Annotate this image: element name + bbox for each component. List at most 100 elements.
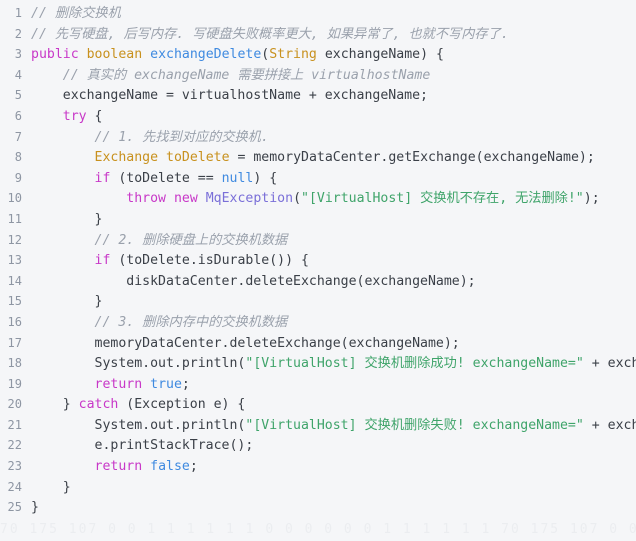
line-content[interactable]: return false; — [22, 457, 636, 478]
code-token: "[VirtualHost] 交换机删除失败! exchangeName=" — [245, 417, 584, 433]
code-token: // 1. 先找到对应的交换机. — [31, 129, 269, 145]
line-content[interactable]: } — [22, 210, 636, 231]
code-line[interactable]: 1 // 删除交换机 — [0, 3, 636, 24]
code-token: diskDataCenter.deleteExchange(exchangeNa… — [31, 273, 476, 289]
line-content[interactable]: e.printStackTrace(); — [22, 436, 636, 457]
code-line[interactable]: 15 } — [0, 291, 636, 312]
line-content[interactable]: try { — [22, 107, 636, 128]
code-line[interactable]: 20 } catch (Exception e) { — [0, 394, 636, 415]
line-content[interactable]: } — [22, 498, 636, 519]
line-content[interactable]: if (toDelete.isDurable()) { — [22, 251, 636, 272]
code-token: = memoryDataCenter.getExchange(exchangeN… — [229, 150, 595, 166]
line-number: 17 — [7, 335, 22, 350]
code-line[interactable]: 23 return false; — [0, 456, 636, 477]
line-content[interactable]: } — [22, 292, 636, 313]
line-content[interactable]: diskDataCenter.deleteExchange(exchangeNa… — [22, 272, 636, 293]
code-token: toDelete — [166, 150, 230, 166]
code-line[interactable]: 18 System.out.println("[VirtualHost] 交换机… — [0, 353, 636, 374]
code-line[interactable]: 7 // 1. 先找到对应的交换机. — [0, 127, 636, 148]
code-line[interactable]: 14 diskDataCenter.deleteExchange(exchang… — [0, 271, 636, 292]
code-token: (toDelete.isDurable()) { — [110, 253, 309, 269]
line-content[interactable]: public boolean exchangeDelete(String exc… — [22, 45, 636, 66]
line-content[interactable]: exchangeName = virtualhostName + exchang… — [22, 86, 636, 107]
line-content[interactable]: } catch (Exception e) { — [22, 395, 636, 416]
code-token: // 删除交换机 — [31, 6, 121, 21]
line-content[interactable]: return true; — [22, 375, 636, 396]
code-line[interactable]: 9 if (toDelete == null) { — [0, 168, 636, 189]
code-token: throw — [126, 191, 166, 207]
line-content[interactable]: System.out.println("[VirtualHost] 交换机删除成… — [22, 354, 636, 375]
line-number: 22 — [7, 438, 22, 453]
code-line[interactable]: 17 memoryDataCenter.deleteExchange(excha… — [0, 333, 636, 354]
line-content[interactable]: if (toDelete == null) { — [22, 169, 636, 190]
line-number: 24 — [7, 479, 22, 494]
code-line[interactable]: 2 // 先写硬盘, 后写内存. 写硬盘失败概率更大, 如果异常了, 也就不写内存… — [0, 24, 636, 45]
code-token: new — [173, 191, 198, 207]
line-number: 9 — [14, 170, 22, 185]
line-content[interactable]: System.out.println("[VirtualHost] 交换机删除失… — [22, 416, 636, 437]
code-line[interactable]: 16 // 3. 删除内存中的交换机数据 — [0, 312, 636, 333]
code-token: boolean — [86, 47, 143, 63]
code-line[interactable]: 3 public boolean exchangeDelete(String ex… — [0, 44, 636, 65]
code-token: } — [31, 294, 103, 310]
line-content[interactable]: // 真实的 exchangeName 需要拼接上 virtualhostNam… — [22, 66, 636, 87]
code-token: catch — [78, 397, 119, 413]
code-token: ; — [181, 376, 190, 392]
code-line[interactable]: 22 e.printStackTrace(); — [0, 435, 636, 456]
code-token: } — [31, 479, 71, 495]
code-line[interactable]: 8 Exchange toDelete = memoryDataCenter.g… — [0, 147, 636, 168]
code-line[interactable]: 12 // 2. 删除硬盘上的交换机数据 — [0, 230, 636, 251]
line-content[interactable]: // 1. 先找到对应的交换机. — [22, 128, 636, 149]
code-line[interactable]: 5 exchangeName = virtualhostName + excha… — [0, 85, 636, 106]
line-number: 14 — [7, 273, 22, 288]
line-content[interactable]: } — [22, 478, 636, 499]
line-content[interactable]: throw new MqException("[VirtualHost] 交换机… — [22, 189, 636, 210]
line-number: 7 — [14, 129, 22, 144]
code-token: "[VirtualHost] 交换机不存在, 无法删除!" — [301, 191, 584, 207]
code-line[interactable]: 13 if (toDelete.isDurable()) { — [0, 250, 636, 271]
line-number: 15 — [7, 294, 22, 309]
line-number: 11 — [7, 211, 22, 226]
line-content[interactable]: Exchange toDelete = memoryDataCenter.get… — [22, 148, 636, 169]
code-line[interactable]: 6 try { — [0, 106, 636, 127]
line-content[interactable]: // 先写硬盘, 后写内存. 写硬盘失败概率更大, 如果异常了, 也就不写内存了… — [22, 25, 636, 46]
code-token: public — [31, 47, 79, 63]
code-line[interactable]: 19 return true; — [0, 374, 636, 395]
line-content[interactable]: // 删除交换机 — [22, 4, 636, 25]
line-number: 3 — [14, 47, 22, 62]
code-token: ; — [189, 459, 198, 475]
line-number: 10 — [7, 191, 22, 206]
code-token: if — [94, 253, 111, 269]
code-line[interactable]: 10 throw new MqException("[VirtualHost] … — [0, 188, 636, 209]
line-number: 1 — [14, 6, 22, 20]
code-token: MqException — [205, 191, 294, 207]
code-block[interactable]: 1 // 删除交换机 2 // 先写硬盘, 后写内存. 写硬盘失败概率更大, 如果异常… — [0, 0, 636, 541]
code-line[interactable]: 24 } — [0, 477, 636, 498]
line-content[interactable]: // 3. 删除内存中的交换机数据 — [22, 313, 636, 334]
code-token: } — [31, 211, 103, 227]
code-line[interactable]: 25} — [0, 497, 636, 518]
code-token: ( — [293, 191, 302, 207]
code-token: System.out.println( — [31, 417, 246, 433]
line-number: 23 — [7, 459, 22, 474]
code-line[interactable]: 4 // 真实的 exchangeName 需要拼接上 virtualhostN… — [0, 65, 636, 86]
line-content[interactable]: // 2. 删除硬盘上的交换机数据 — [22, 231, 636, 252]
code-token: } — [31, 500, 39, 516]
code-token: exchangeName = virtualhostName + exchang… — [31, 88, 428, 104]
line-number: 21 — [7, 417, 22, 432]
line-number: 5 — [14, 88, 22, 103]
code-line[interactable]: 11 } — [0, 209, 636, 230]
code-line[interactable]: 21 System.out.println("[VirtualHost] 交换机… — [0, 415, 636, 436]
code-token: String — [269, 47, 317, 63]
line-content[interactable]: memoryDataCenter.deleteExchange(exchange… — [22, 334, 636, 355]
code-token: (toDelete == — [110, 170, 222, 186]
